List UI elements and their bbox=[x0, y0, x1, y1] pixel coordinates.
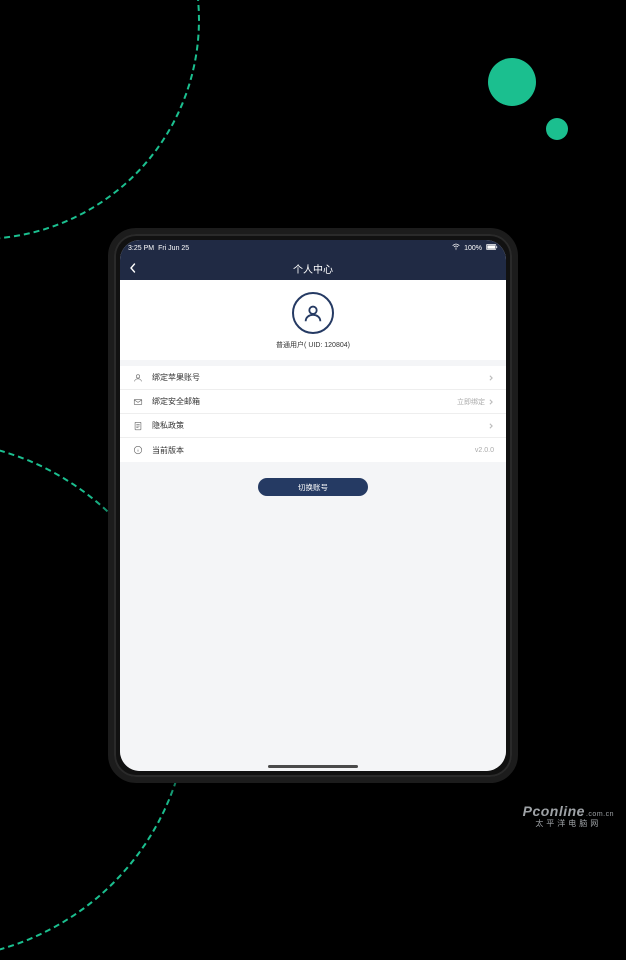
chevron-right-icon bbox=[488, 375, 494, 381]
user-type: 普通用户 bbox=[276, 342, 304, 349]
tablet-frame: 3:25 PM Fri Jun 25 100% 个人中心 bbox=[108, 228, 518, 783]
row-tail bbox=[488, 423, 494, 429]
watermark-brand: Pconline bbox=[523, 803, 585, 819]
status-date: Fri Jun 25 bbox=[158, 245, 189, 252]
row-tail bbox=[488, 375, 494, 381]
row-version[interactable]: 当前版本 v2.0.0 bbox=[120, 438, 506, 462]
row-label: 绑定苹果账号 bbox=[152, 372, 488, 383]
row-label: 当前版本 bbox=[152, 445, 475, 456]
user-info-line: 普通用户( UID: 120804) bbox=[120, 340, 506, 350]
avatar-icon bbox=[292, 292, 334, 334]
uid-value: 120804 bbox=[324, 342, 347, 349]
row-bind-mail[interactable]: 绑定安全邮箱 立即绑定 bbox=[120, 390, 506, 414]
profile-block: 普通用户( UID: 120804) bbox=[120, 280, 506, 360]
home-indicator bbox=[268, 765, 358, 768]
info-icon bbox=[132, 445, 144, 455]
decorative-dot bbox=[546, 118, 568, 140]
chevron-right-icon bbox=[488, 399, 494, 405]
switch-account-label: 切换账号 bbox=[298, 482, 328, 493]
chevron-right-icon bbox=[488, 423, 494, 429]
decorative-circle bbox=[0, 0, 200, 240]
wifi-icon bbox=[452, 243, 460, 253]
user-icon bbox=[132, 373, 144, 383]
watermark-suffix: .com.cn bbox=[586, 811, 614, 818]
navbar: 个人中心 bbox=[120, 256, 506, 280]
status-battery: 100% bbox=[464, 245, 482, 252]
status-time: 3:25 PM bbox=[128, 245, 154, 252]
battery-icon bbox=[486, 244, 498, 253]
switch-account-button[interactable]: 切换账号 bbox=[258, 478, 368, 496]
content-area: 普通用户( UID: 120804) 绑定苹果账号 bbox=[120, 280, 506, 771]
watermark: Pconline.com.cn 太平洋电脑网 bbox=[523, 803, 614, 829]
row-label: 隐私政策 bbox=[152, 420, 488, 431]
decorative-dot bbox=[488, 58, 536, 106]
row-privacy[interactable]: 隐私政策 bbox=[120, 414, 506, 438]
mail-icon bbox=[132, 397, 144, 407]
version-text: v2.0.0 bbox=[475, 447, 494, 454]
status-bar: 3:25 PM Fri Jun 25 100% bbox=[120, 240, 506, 256]
page-title: 个人中心 bbox=[293, 261, 333, 276]
row-bind-apple[interactable]: 绑定苹果账号 bbox=[120, 366, 506, 390]
watermark-tagline: 太平洋电脑网 bbox=[523, 818, 614, 829]
row-tail: v2.0.0 bbox=[475, 447, 494, 454]
tablet-screen: 3:25 PM Fri Jun 25 100% 个人中心 bbox=[120, 240, 506, 771]
uid-label: UID bbox=[308, 342, 320, 349]
back-button[interactable] bbox=[128, 256, 138, 280]
row-tail: 立即绑定 bbox=[457, 397, 494, 407]
settings-menu: 绑定苹果账号 绑定安全邮箱 立即绑定 bbox=[120, 366, 506, 462]
row-tail-text: 立即绑定 bbox=[457, 397, 485, 407]
row-label: 绑定安全邮箱 bbox=[152, 396, 457, 407]
document-icon bbox=[132, 421, 144, 431]
